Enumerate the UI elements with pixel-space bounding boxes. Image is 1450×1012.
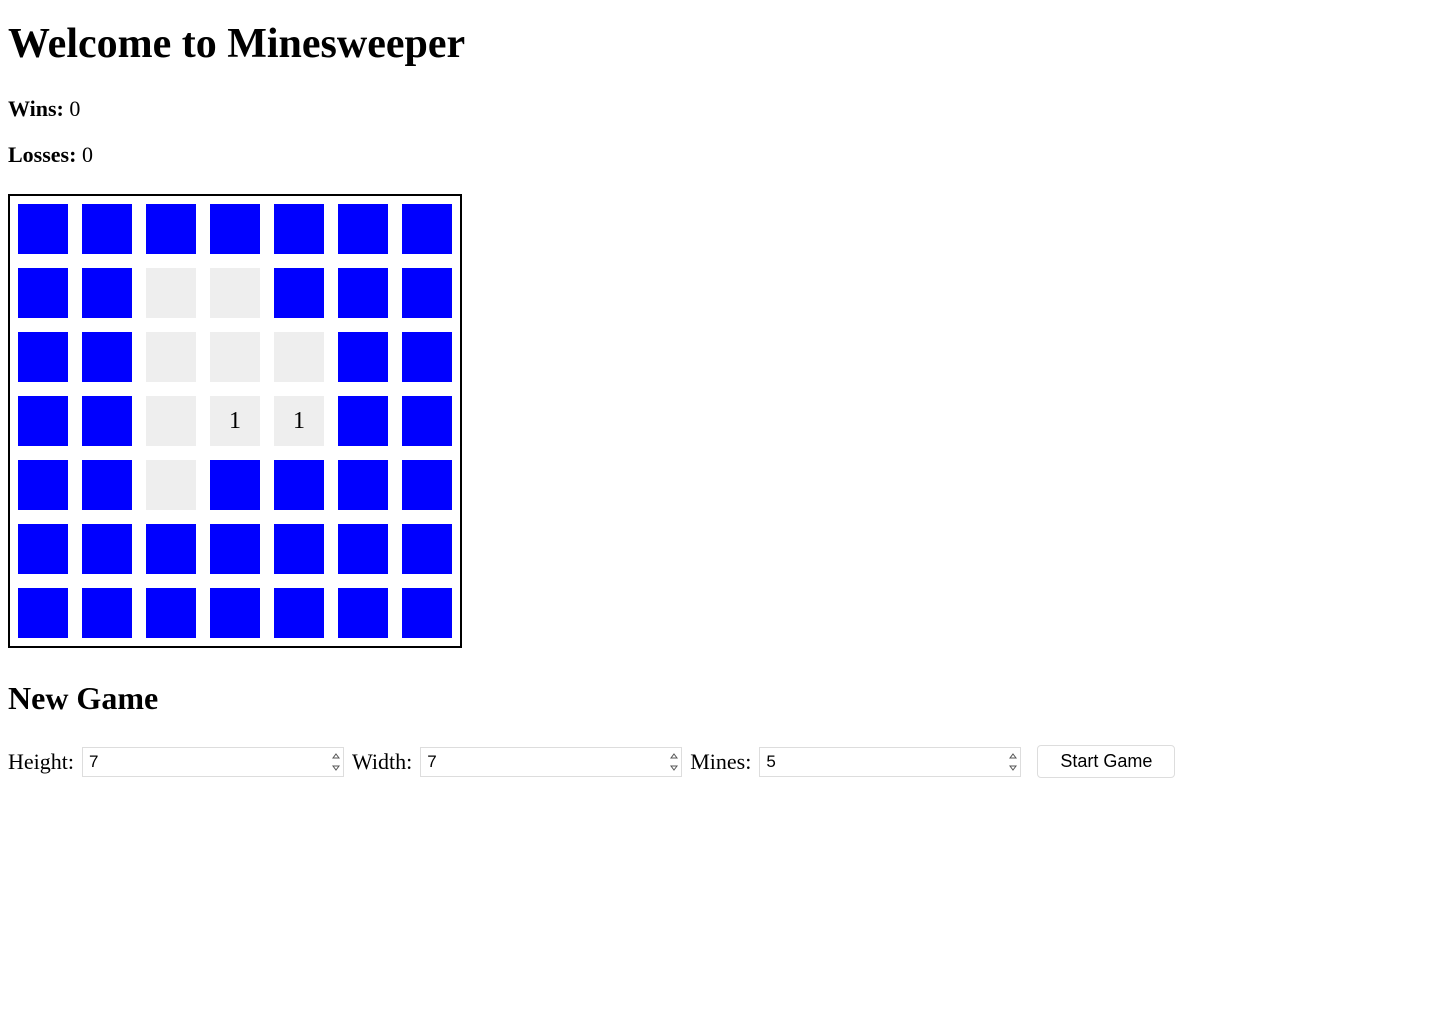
cell-unrevealed[interactable]	[338, 524, 388, 574]
cell-unrevealed[interactable]	[402, 588, 452, 638]
cell-unrevealed[interactable]	[146, 524, 196, 574]
cell-unrevealed[interactable]	[210, 524, 260, 574]
start-game-button[interactable]: Start Game	[1037, 745, 1175, 778]
mines-input[interactable]	[760, 748, 1020, 776]
wins-value: 0	[69, 96, 80, 121]
cell-revealed[interactable]	[146, 460, 196, 510]
cell-revealed[interactable]	[146, 332, 196, 382]
game-board: 11	[8, 194, 462, 648]
board-row	[18, 588, 452, 638]
cell-unrevealed[interactable]	[82, 524, 132, 574]
cell-unrevealed[interactable]	[274, 524, 324, 574]
cell-unrevealed[interactable]	[338, 588, 388, 638]
height-input-wrap	[82, 747, 344, 777]
losses-value: 0	[82, 142, 93, 167]
cell-unrevealed[interactable]	[402, 268, 452, 318]
cell-unrevealed[interactable]	[402, 524, 452, 574]
cell-unrevealed[interactable]	[338, 204, 388, 254]
cell-unrevealed[interactable]	[82, 460, 132, 510]
page-title: Welcome to Minesweeper	[8, 20, 1442, 68]
cell-revealed[interactable]	[210, 268, 260, 318]
cell-unrevealed[interactable]	[338, 332, 388, 382]
cell-unrevealed[interactable]	[18, 588, 68, 638]
new-game-heading: New Game	[8, 680, 1442, 717]
losses-stat: Losses: 0	[8, 142, 1442, 168]
cell-unrevealed[interactable]	[18, 268, 68, 318]
cell-unrevealed[interactable]	[402, 396, 452, 446]
cell-unrevealed[interactable]	[274, 204, 324, 254]
cell-revealed[interactable]	[146, 396, 196, 446]
cell-unrevealed[interactable]	[402, 204, 452, 254]
mines-input-wrap	[759, 747, 1021, 777]
cell-revealed[interactable]	[146, 268, 196, 318]
cell-unrevealed[interactable]	[338, 396, 388, 446]
cell-unrevealed[interactable]	[402, 460, 452, 510]
cell-unrevealed[interactable]	[18, 460, 68, 510]
cell-unrevealed[interactable]	[274, 588, 324, 638]
cell-unrevealed[interactable]	[82, 396, 132, 446]
cell-unrevealed[interactable]	[18, 396, 68, 446]
cell-unrevealed[interactable]	[146, 588, 196, 638]
cell-unrevealed[interactable]	[338, 268, 388, 318]
wins-stat: Wins: 0	[8, 96, 1442, 122]
cell-unrevealed[interactable]	[338, 460, 388, 510]
width-label: Width:	[352, 749, 412, 775]
board-row	[18, 332, 452, 382]
losses-label: Losses:	[8, 142, 76, 167]
board-row	[18, 204, 452, 254]
cell-revealed[interactable]	[210, 332, 260, 382]
cell-unrevealed[interactable]	[274, 460, 324, 510]
cell-unrevealed[interactable]	[146, 204, 196, 254]
wins-label: Wins:	[8, 96, 64, 121]
cell-unrevealed[interactable]	[82, 204, 132, 254]
mines-label: Mines:	[690, 749, 751, 775]
cell-unrevealed[interactable]	[210, 204, 260, 254]
cell-unrevealed[interactable]	[18, 332, 68, 382]
cell-unrevealed[interactable]	[82, 588, 132, 638]
cell-revealed[interactable]	[274, 332, 324, 382]
board-row	[18, 524, 452, 574]
width-input-wrap	[420, 747, 682, 777]
cell-unrevealed[interactable]	[274, 268, 324, 318]
cell-unrevealed[interactable]	[18, 204, 68, 254]
cell-unrevealed[interactable]	[82, 268, 132, 318]
new-game-form: Height: Width: Mines: Start Game	[8, 745, 1442, 778]
cell-unrevealed[interactable]	[82, 332, 132, 382]
cell-unrevealed[interactable]	[210, 460, 260, 510]
cell-revealed[interactable]: 1	[274, 396, 324, 446]
board-row	[18, 460, 452, 510]
board-row: 11	[18, 396, 452, 446]
height-input[interactable]	[83, 748, 343, 776]
board-row	[18, 268, 452, 318]
cell-unrevealed[interactable]	[210, 588, 260, 638]
height-label: Height:	[8, 749, 74, 775]
cell-unrevealed[interactable]	[18, 524, 68, 574]
cell-revealed[interactable]: 1	[210, 396, 260, 446]
cell-unrevealed[interactable]	[402, 332, 452, 382]
width-input[interactable]	[421, 748, 681, 776]
